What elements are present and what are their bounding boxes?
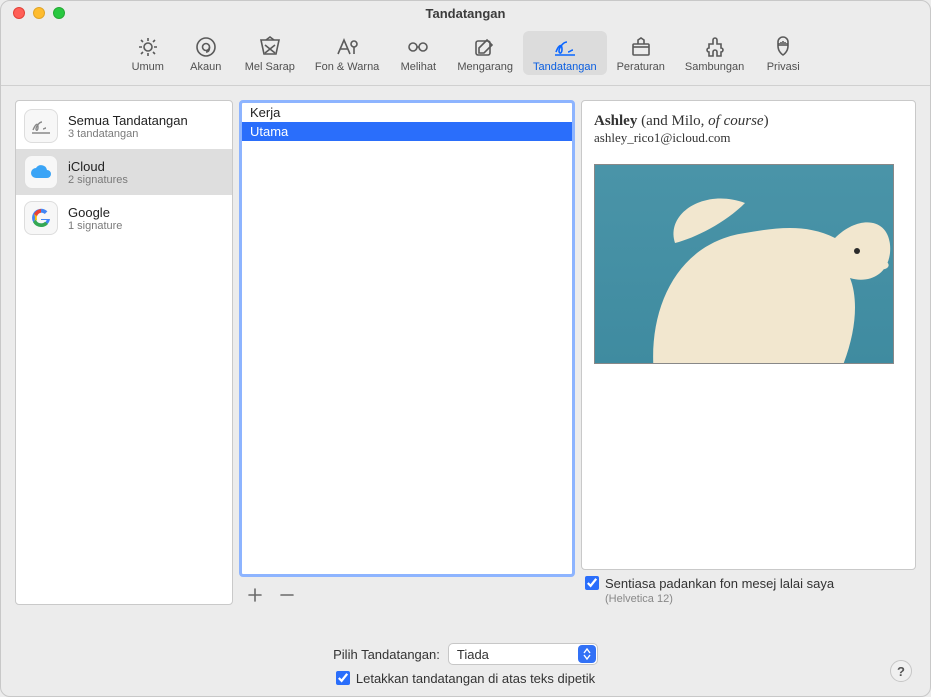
composing-icon xyxy=(471,35,499,59)
google-icon xyxy=(24,201,58,235)
toolbar-label: Mel Sarap xyxy=(245,61,295,73)
toolbar-composing[interactable]: Mengarang xyxy=(447,31,523,75)
toolbar-label: Melihat xyxy=(401,61,436,73)
add-signature-button[interactable] xyxy=(245,585,265,605)
cloud-icon xyxy=(24,155,58,189)
toolbar-rules[interactable]: Peraturan xyxy=(607,31,675,75)
account-item[interactable]: Google1 signature xyxy=(16,195,232,241)
match-font-hint: (Helvetica 12) xyxy=(605,593,912,605)
toolbar-label: Fon & Warna xyxy=(315,61,379,73)
choose-signature-select[interactable]: Tiada xyxy=(448,643,598,665)
signature-row[interactable]: Utama xyxy=(242,122,572,141)
account-sub: 3 tandatangan xyxy=(68,128,188,140)
toolbar-accounts[interactable]: Akaun xyxy=(177,31,235,75)
toolbar-privacy[interactable]: Privasi xyxy=(754,31,812,75)
remove-signature-button[interactable] xyxy=(277,585,297,605)
preferences-toolbar: Umum Akaun Mel Sarap Fon & Warna Melihat Meng… xyxy=(1,25,930,86)
select-arrows-icon xyxy=(578,645,596,663)
extensions-icon xyxy=(701,35,729,59)
account-item[interactable]: Semua Tandatangan3 tandatangan xyxy=(16,103,232,149)
choose-signature-value: Tiada xyxy=(457,647,489,662)
account-sub: 1 signature xyxy=(68,220,122,232)
account-item[interactable]: iCloud2 signatures xyxy=(16,149,232,195)
pen-icon xyxy=(24,109,58,143)
account-name: Semua Tandatangan xyxy=(68,113,188,128)
toolbar-label: Privasi xyxy=(767,61,800,73)
privacy-icon xyxy=(769,35,797,59)
toolbar-fonts[interactable]: Fon & Warna xyxy=(305,31,389,75)
toolbar-label: Akaun xyxy=(190,61,221,73)
choose-signature-label: Pilih Tandatangan: xyxy=(333,647,440,662)
signatures-icon xyxy=(551,35,579,59)
signature-preview-name: Ashley (and Milo, of course) xyxy=(594,113,903,130)
account-name: Google xyxy=(68,205,122,220)
toolbar-general[interactable]: Umum xyxy=(119,31,177,75)
general-icon xyxy=(134,35,162,59)
account-name: iCloud xyxy=(68,159,128,174)
toolbar-label: Sambungan xyxy=(685,61,744,73)
toolbar-signatures[interactable]: Tandatangan xyxy=(523,31,607,75)
help-button[interactable]: ? xyxy=(890,660,912,682)
toolbar-junk[interactable]: Mel Sarap xyxy=(235,31,305,75)
signature-preview[interactable]: Ashley (and Milo, of course) ashley_rico… xyxy=(581,100,916,570)
toolbar-label: Umum xyxy=(132,61,164,73)
toolbar-label: Peraturan xyxy=(617,61,665,73)
accounts-icon xyxy=(192,35,220,59)
signature-preview-image xyxy=(594,164,894,364)
match-font-label[interactable]: Sentiasa padankan fon mesej lalai saya xyxy=(605,576,834,591)
signature-preview-email: ashley_rico1@icloud.com xyxy=(594,130,903,146)
accounts-list[interactable]: Semua Tandatangan3 tandatanganiCloud2 si… xyxy=(15,100,233,605)
viewing-icon xyxy=(404,35,432,59)
toolbar-label: Tandatangan xyxy=(533,61,597,73)
above-quoted-checkbox[interactable] xyxy=(336,671,350,685)
window-title: Tandatangan xyxy=(1,6,930,21)
toolbar-viewing[interactable]: Melihat xyxy=(389,31,447,75)
junk-icon xyxy=(256,35,284,59)
account-sub: 2 signatures xyxy=(68,174,128,186)
rules-icon xyxy=(627,35,655,59)
titlebar: Tandatangan xyxy=(1,1,930,25)
match-font-checkbox[interactable] xyxy=(585,576,599,590)
signature-row[interactable]: Kerja xyxy=(242,103,572,122)
toolbar-label: Mengarang xyxy=(457,61,513,73)
signature-list[interactable]: KerjaUtama xyxy=(239,100,575,577)
above-quoted-label[interactable]: Letakkan tandatangan di atas teks dipeti… xyxy=(356,671,595,686)
fonts-icon xyxy=(333,35,361,59)
toolbar-extensions[interactable]: Sambungan xyxy=(675,31,754,75)
